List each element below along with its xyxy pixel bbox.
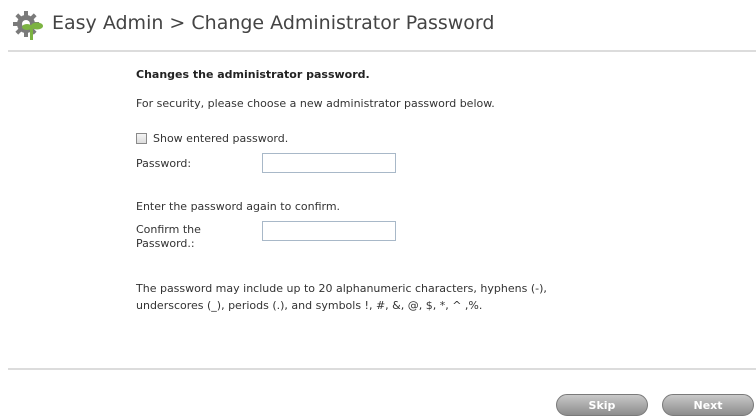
password-field[interactable] xyxy=(262,153,396,173)
footer-divider xyxy=(8,368,756,370)
skip-button[interactable]: Skip xyxy=(556,394,648,416)
next-button[interactable]: Next xyxy=(662,394,754,416)
form-heading: Changes the administrator password. xyxy=(136,68,370,81)
confirm-password-field[interactable] xyxy=(262,221,396,241)
header-divider xyxy=(8,50,756,52)
show-password-row[interactable]: Show entered password. xyxy=(136,132,288,145)
confirm-instruction: Enter the password again to confirm. xyxy=(136,200,341,213)
show-password-checkbox[interactable] xyxy=(136,133,147,144)
gear-plant-icon xyxy=(13,11,43,40)
password-label: Password: xyxy=(136,157,192,170)
password-rules-text: The password may include up to 20 alphan… xyxy=(136,282,547,312)
form-intro-text: For security, please choose a new admini… xyxy=(136,97,495,110)
page-title: Easy Admin > Change Administrator Passwo… xyxy=(52,12,495,34)
confirm-password-label: Confirm the Password.: xyxy=(136,223,201,250)
show-password-label: Show entered password. xyxy=(153,132,289,145)
page-header: Easy Admin > Change Administrator Passwo… xyxy=(0,0,756,50)
